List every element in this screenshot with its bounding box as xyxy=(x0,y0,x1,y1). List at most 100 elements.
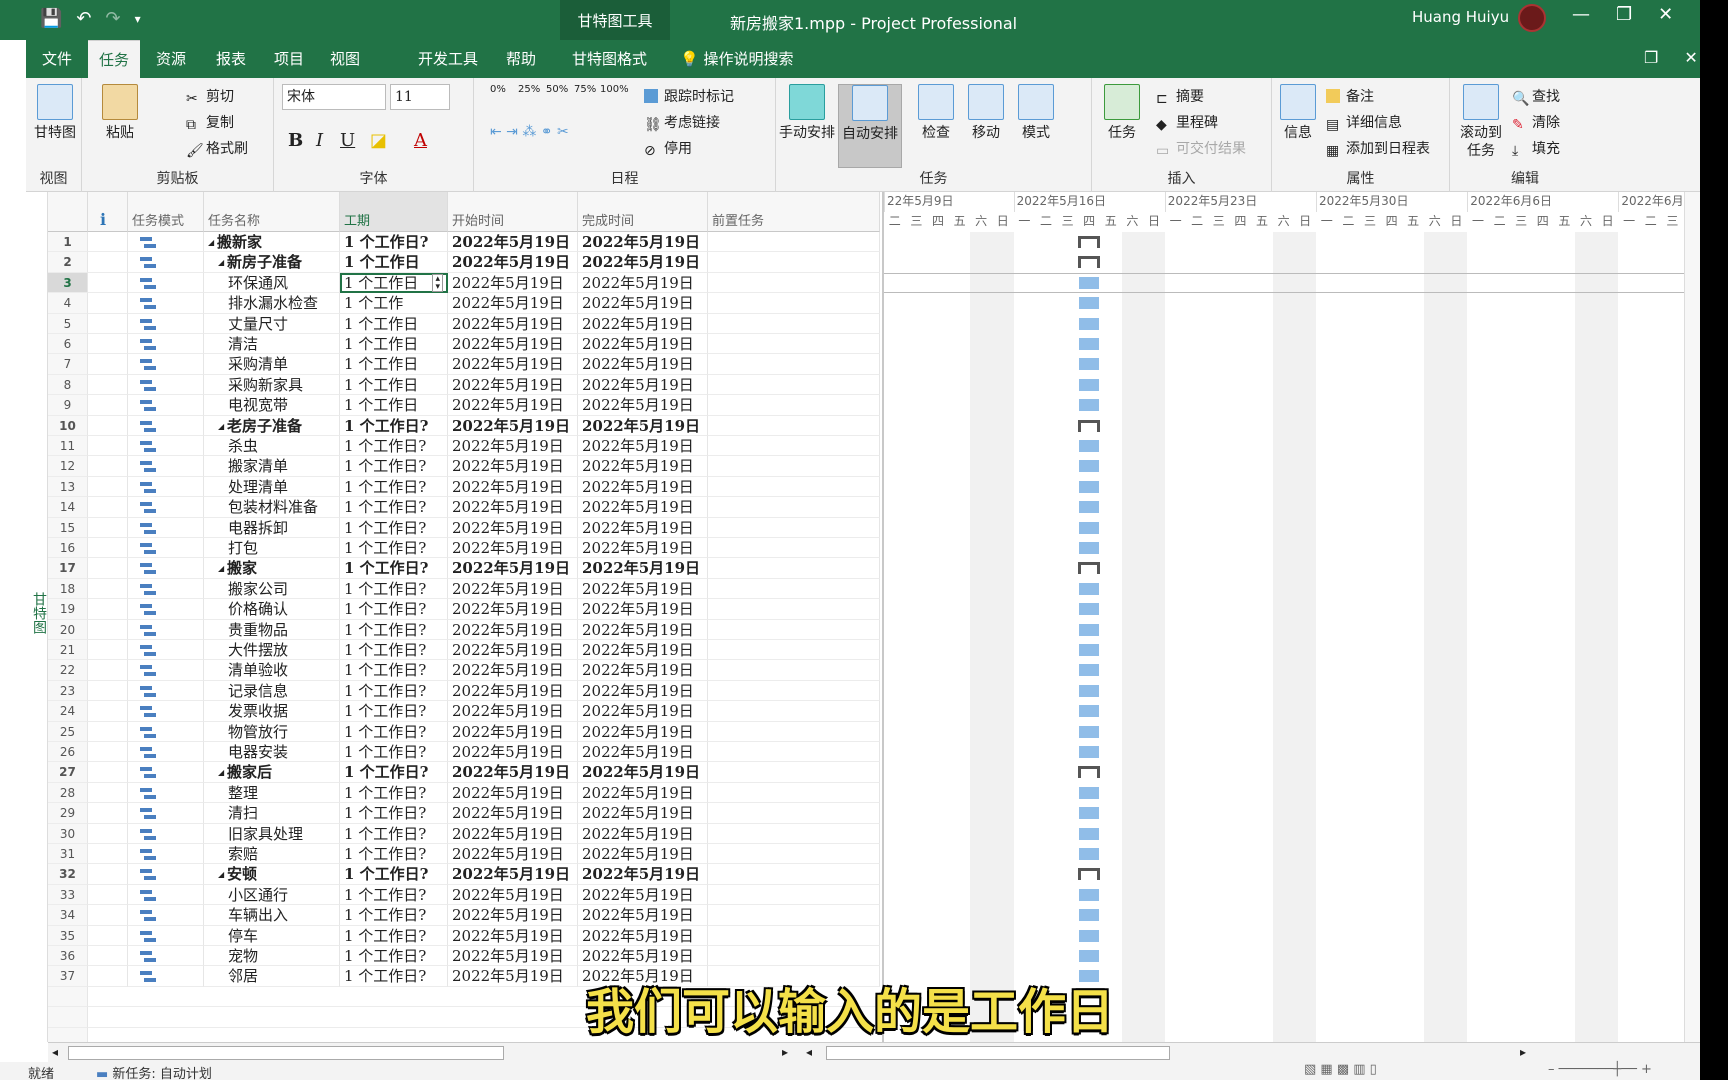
move-button[interactable]: 移动 xyxy=(966,84,1006,142)
row-number[interactable]: 34 xyxy=(48,905,88,926)
task-mode-cell[interactable] xyxy=(128,844,204,865)
clear-button[interactable]: ✎ 清除 xyxy=(1512,112,1560,133)
duration-cell[interactable]: 1 个工作日? xyxy=(340,823,448,844)
predecessors-cell[interactable] xyxy=(708,354,880,375)
table-row[interactable]: 5 丈量尺寸 1 个工作日 2022年5月19日 2022年5月19日 xyxy=(48,313,880,334)
task-bar[interactable] xyxy=(1079,338,1100,350)
task-bar[interactable] xyxy=(1079,378,1100,391)
predecessors-cell[interactable] xyxy=(708,558,880,579)
indicator-cell[interactable] xyxy=(88,599,128,620)
tab-view[interactable]: 视图 xyxy=(324,40,366,78)
duration-cell[interactable]: 1 个工作日? xyxy=(340,782,448,804)
add-to-timeline-button[interactable]: ▦ 添加到日程表 xyxy=(1326,138,1430,159)
start-cell[interactable]: 2022年5月19日 xyxy=(448,517,578,538)
duration-cell[interactable]: 1 个工作日? xyxy=(340,599,448,620)
font-name-box[interactable]: 宋体 xyxy=(282,84,386,110)
task-mode-cell[interactable] xyxy=(128,252,204,273)
table-row[interactable]: 10 ◢ 老房子准备 1 个工作日? 2022年5月19日 2022年5月19日 xyxy=(48,415,880,436)
indicator-cell[interactable] xyxy=(88,680,128,702)
task-name-cell[interactable]: 处理清单 xyxy=(204,476,340,498)
row-number[interactable]: 5 xyxy=(48,313,88,334)
task-name-cell[interactable]: 发票收据 xyxy=(204,701,340,722)
task-mode-cell[interactable] xyxy=(128,742,204,763)
task-bar[interactable] xyxy=(1079,664,1100,677)
task-name-cell[interactable]: ◢ 安顿 xyxy=(204,864,340,885)
predecessors-cell[interactable] xyxy=(708,252,880,273)
task-mode-cell[interactable] xyxy=(128,721,204,742)
row-number[interactable]: 11 xyxy=(48,436,88,457)
task-mode-cell[interactable] xyxy=(128,476,204,498)
predecessors-cell[interactable] xyxy=(708,640,880,661)
pct-75-button[interactable]: 75% xyxy=(574,84,596,95)
font-size-box[interactable]: 11 xyxy=(390,84,450,110)
customize-qat-icon[interactable]: ▾ xyxy=(135,12,141,29)
finish-cell[interactable]: 2022年5月19日 xyxy=(578,476,708,498)
indicator-cell[interactable] xyxy=(88,925,128,946)
duration-cell[interactable]: 1 个工作日? xyxy=(340,844,448,865)
header-start[interactable]: 开始时间 xyxy=(448,192,578,232)
row-number[interactable]: 14 xyxy=(48,497,88,518)
table-row[interactable]: 29 清扫 1 个工作日? 2022年5月19日 2022年5月19日 xyxy=(48,803,880,824)
mark-on-track-button[interactable]: 跟踪时标记 xyxy=(644,86,734,106)
details-button[interactable]: ▤ 详细信息 xyxy=(1326,112,1402,133)
insert-task-button[interactable]: 任务 xyxy=(1102,84,1142,142)
task-name-cell[interactable]: ◢ 搬家后 xyxy=(204,762,340,783)
table-row[interactable]: 32 ◢ 安顿 1 个工作日? 2022年5月19日 2022年5月19日 xyxy=(48,864,880,885)
predecessors-cell[interactable] xyxy=(708,680,880,702)
task-mode-cell[interactable] xyxy=(128,578,204,600)
cut-button[interactable]: ✂ 剪切 xyxy=(186,86,234,107)
inactivate-button[interactable]: ⊘ 停用 xyxy=(644,138,692,159)
start-cell[interactable]: 2022年5月19日 xyxy=(448,844,578,865)
table-row[interactable]: 20 贵重物品 1 个工作日? 2022年5月19日 2022年5月19日 xyxy=(48,619,880,640)
collapse-icon[interactable]: ◢ xyxy=(218,767,227,777)
summary-bar[interactable] xyxy=(1078,236,1101,248)
indicator-cell[interactable] xyxy=(88,782,128,804)
gantt-chart-button[interactable]: 甘特图 xyxy=(32,84,78,142)
mode-button[interactable]: 模式 xyxy=(1016,84,1056,142)
duration-cell[interactable]: 1 个工作日? xyxy=(340,660,448,681)
start-cell[interactable]: 2022年5月19日 xyxy=(448,925,578,946)
table-row[interactable]: 31 索赔 1 个工作日? 2022年5月19日 2022年5月19日 xyxy=(48,844,880,865)
task-mode-cell[interactable] xyxy=(128,680,204,702)
table-row[interactable]: 7 采购清单 1 个工作日 2022年5月19日 2022年5月19日 xyxy=(48,354,880,375)
predecessors-cell[interactable] xyxy=(708,762,880,783)
finish-cell[interactable]: 2022年5月19日 xyxy=(578,558,708,579)
table-row[interactable]: 21 大件摆放 1 个工作日? 2022年5月19日 2022年5月19日 xyxy=(48,640,880,661)
start-cell[interactable]: 2022年5月19日 xyxy=(448,334,578,355)
vertical-scrollbar[interactable] xyxy=(1684,192,1700,1042)
start-cell[interactable]: 2022年5月19日 xyxy=(448,415,578,436)
tab-report[interactable]: 报表 xyxy=(210,40,252,78)
table-scroll-right-icon[interactable]: ▸ xyxy=(782,1045,788,1059)
font-color-button[interactable]: A xyxy=(414,130,427,151)
predecessors-cell[interactable] xyxy=(708,864,880,885)
outdent-icon[interactable]: ⇤ ⇥ ⁂ ⚭ ✂ xyxy=(490,124,569,140)
row-number[interactable]: 29 xyxy=(48,803,88,824)
start-cell[interactable]: 2022年5月19日 xyxy=(448,823,578,844)
start-cell[interactable]: 2022年5月19日 xyxy=(448,884,578,906)
row-number[interactable]: 13 xyxy=(48,476,88,498)
start-cell[interactable]: 2022年5月19日 xyxy=(448,497,578,518)
start-cell[interactable]: 2022年5月19日 xyxy=(448,578,578,600)
task-name-cell[interactable]: 索赔 xyxy=(204,844,340,865)
row-number[interactable]: 20 xyxy=(48,619,88,640)
pct-50-button[interactable]: 50% xyxy=(546,84,568,95)
table-row[interactable]: 8 采购新家具 1 个工作日 2022年5月19日 2022年5月19日 xyxy=(48,374,880,396)
task-mode-cell[interactable] xyxy=(128,782,204,804)
finish-cell[interactable]: 2022年5月19日 xyxy=(578,823,708,844)
table-row[interactable]: 26 电器安装 1 个工作日? 2022年5月19日 2022年5月19日 xyxy=(48,742,880,763)
task-name-cell[interactable]: 清扫 xyxy=(204,803,340,824)
indicator-cell[interactable] xyxy=(88,762,128,783)
task-name-cell[interactable]: 采购清单 xyxy=(204,354,340,375)
row-number[interactable]: 3 xyxy=(48,272,88,294)
task-bar[interactable] xyxy=(1079,950,1100,962)
duration-cell[interactable]: 1 个工作日? xyxy=(340,721,448,742)
row-number[interactable]: 16 xyxy=(48,538,88,559)
indicator-cell[interactable] xyxy=(88,578,128,600)
indicator-cell[interactable] xyxy=(88,721,128,742)
finish-cell[interactable]: 2022年5月19日 xyxy=(578,864,708,885)
task-bar[interactable] xyxy=(1079,582,1100,595)
finish-cell[interactable]: 2022年5月19日 xyxy=(578,925,708,946)
finish-cell[interactable]: 2022年5月19日 xyxy=(578,456,708,477)
task-name-cell[interactable]: 包装材料准备 xyxy=(204,497,340,518)
table-row[interactable]: 24 发票收据 1 个工作日? 2022年5月19日 2022年5月19日 xyxy=(48,701,880,722)
